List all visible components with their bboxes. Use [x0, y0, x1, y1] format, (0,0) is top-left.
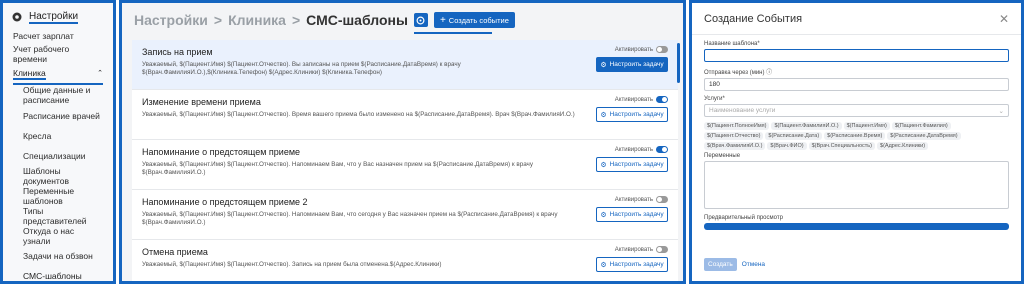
- activate-toggle[interactable]: [656, 46, 668, 53]
- configure-task-button[interactable]: ⚙ Настроить задачу: [596, 207, 668, 222]
- sidebar-settings-label: Настройки: [29, 10, 79, 24]
- sidebar-item-general[interactable]: Общие данные и расписание: [13, 83, 103, 105]
- sidebar-item-calls[interactable]: Задачи на обзвон: [3, 251, 113, 261]
- template-card[interactable]: Напоминание о предстоящем приеме Уважаем…: [132, 140, 678, 190]
- services-select[interactable]: Наименование услуги ⌄: [704, 104, 1009, 117]
- send-delay-label: Отправка через (мин) ⓘ: [704, 70, 773, 76]
- sidebar-item-chairs[interactable]: Кресла: [3, 131, 113, 141]
- gear-icon: ⚙: [600, 211, 607, 219]
- name-label: Название шаблона*: [704, 41, 760, 47]
- send-delay-input[interactable]: 180: [704, 78, 1009, 91]
- gear-icon: ⚙: [600, 111, 607, 119]
- sidebar-item-template-vars[interactable]: Переменные шаблонов: [3, 186, 113, 206]
- variable-chip[interactable]: $(Врач.Специальность): [808, 142, 876, 150]
- template-card[interactable]: Напоминание о предстоящем приеме 2 Уважа…: [132, 190, 678, 240]
- crumb-separator: >: [291, 12, 301, 28]
- preview-label: Предварительный просмотр: [704, 215, 783, 221]
- variable-chip[interactable]: $(Пациент.Фамилия): [891, 122, 951, 130]
- card-text: Уважаемый, $(Пациент.Имя) $(Пациент.Отче…: [142, 211, 558, 226]
- settings-button[interactable]: [413, 13, 428, 27]
- gear-icon: ⚙: [600, 61, 607, 69]
- template-name-input[interactable]: [704, 49, 1009, 62]
- main-panel: Настройки > Клиника > СМС-шаблоны + Созд…: [119, 0, 686, 284]
- plus-icon: +: [439, 14, 446, 26]
- crumb-clinic[interactable]: Клиника: [228, 12, 286, 28]
- variable-chips: $(Пациент.ПолноеИмя) $(Пациент.ФамилияИ.…: [704, 122, 1009, 150]
- breadcrumb: Настройки > Клиника > СМС-шаблоны + Созд…: [122, 3, 683, 37]
- activate-toggle[interactable]: [656, 196, 668, 203]
- card-text: Уважаемый, $(Пациент.Имя) $(Пациент.Отче…: [142, 61, 461, 76]
- gear-icon: [416, 16, 425, 24]
- variable-chip[interactable]: $(Расписание.Дата): [765, 132, 823, 140]
- create-event-button[interactable]: + Создать событие: [433, 12, 515, 28]
- chevron-up-icon: ⌃: [97, 70, 103, 77]
- template-card[interactable]: Отмена приема Уважаемый, $(Пациент.Имя) …: [132, 240, 678, 281]
- preview-bar: [704, 223, 1009, 230]
- sidebar-item-rep-types[interactable]: Типы представителей: [3, 206, 113, 226]
- sidebar-item-time[interactable]: Учет рабочего времени: [3, 44, 113, 64]
- template-card[interactable]: Запись на прием Уважаемый, $(Пациент.Имя…: [132, 40, 678, 90]
- sidebar-item-sms[interactable]: СМС-шаблоны: [3, 271, 113, 281]
- configure-task-button[interactable]: ⚙ Настроить задачу: [596, 57, 668, 72]
- variable-chip[interactable]: $(Адрес.Клиники): [877, 142, 929, 150]
- activate-toggle-row: Активировать: [615, 146, 668, 153]
- activate-toggle-row: Активировать: [615, 246, 668, 253]
- modal-title: Создание События: [704, 12, 803, 25]
- variable-chip[interactable]: $(Расписание.ДатаВремя): [887, 132, 961, 140]
- sidebar-item-source[interactable]: Откуда о нас узнали: [3, 226, 113, 246]
- cancel-button[interactable]: Отмена: [742, 261, 765, 268]
- sidebar-settings[interactable]: Настройки: [3, 6, 113, 28]
- card-title: Напоминание о предстоящем приеме: [142, 147, 301, 157]
- create-event-modal: Создание События ✕ Название шаблона* Отп…: [689, 0, 1024, 284]
- chevron-down-icon: ⌄: [998, 108, 1004, 115]
- card-text: Уважаемый, $(Пациент.Имя) $(Пациент.Отче…: [142, 111, 575, 118]
- page-title: СМС-шаблоны: [306, 12, 408, 28]
- activate-toggle[interactable]: [656, 146, 668, 153]
- card-text: Уважаемый, $(Пациент.Имя) $(Пациент.Отче…: [142, 161, 533, 176]
- configure-task-button[interactable]: ⚙ Настроить задачу: [596, 257, 668, 272]
- gear-icon: ⚙: [600, 161, 607, 169]
- create-button[interactable]: Создать: [704, 258, 737, 271]
- variable-chip[interactable]: $(Врач.ФамилияИ.О.): [704, 142, 766, 150]
- activate-toggle[interactable]: [656, 246, 668, 253]
- sidebar-item-doc-templates[interactable]: Шаблоны документов: [3, 166, 113, 186]
- scrollbar[interactable]: [677, 43, 680, 83]
- sidebar: Настройки Расчет зарплат Учет рабочего в…: [0, 0, 116, 284]
- activate-toggle-row: Активировать: [615, 196, 668, 203]
- template-list: Запись на прием Уважаемый, $(Пациент.Имя…: [132, 40, 678, 281]
- gear-icon: ⚙: [600, 261, 607, 269]
- variable-chip[interactable]: $(Врач.ФИО): [767, 142, 807, 150]
- card-title: Изменение времени приема: [142, 97, 261, 107]
- services-label: Услуги*: [704, 96, 725, 102]
- message-textarea[interactable]: [704, 161, 1009, 209]
- activate-toggle-row: Активировать: [615, 96, 668, 103]
- gear-icon: [12, 12, 22, 22]
- crumb-settings[interactable]: Настройки: [134, 12, 208, 28]
- crumb-separator: >: [213, 12, 223, 28]
- variable-chip[interactable]: $(Расписание.Время): [824, 132, 886, 140]
- modal-header: Создание События ✕: [692, 3, 1021, 35]
- configure-task-button[interactable]: ⚙ Настроить задачу: [596, 157, 668, 172]
- close-icon[interactable]: ✕: [999, 12, 1009, 26]
- accent-underline: [414, 32, 492, 34]
- variable-chip[interactable]: $(Пациент.ПолноеИмя): [704, 122, 770, 130]
- activate-toggle[interactable]: [656, 96, 668, 103]
- configure-task-button[interactable]: ⚙ Настроить задачу: [596, 107, 668, 122]
- variable-chip[interactable]: $(Пациент.Отчество): [704, 132, 764, 140]
- sidebar-section-clinic[interactable]: Клиника ⌃: [3, 68, 113, 80]
- card-title: Напоминание о предстоящем приеме 2: [142, 197, 308, 207]
- variables-label: Переменные: [704, 153, 741, 159]
- variable-chip[interactable]: $(Пациент.ФамилияИ.О.): [771, 122, 842, 130]
- card-text: Уважаемый, $(Пациент.Имя) $(Пациент.Отче…: [142, 261, 442, 268]
- info-icon: ⓘ: [766, 70, 773, 76]
- card-title: Отмена приема: [142, 247, 208, 257]
- card-title: Запись на прием: [142, 47, 213, 57]
- variable-chip[interactable]: $(Пациент.Имя): [843, 122, 890, 130]
- sidebar-item-doctors[interactable]: Расписание врачей: [3, 111, 113, 121]
- sidebar-item-payroll[interactable]: Расчет зарплат: [3, 31, 113, 41]
- sidebar-item-specializations[interactable]: Специализации: [3, 151, 113, 161]
- template-card[interactable]: Изменение времени приема Уважаемый, $(Па…: [132, 90, 678, 140]
- activate-toggle-row: Активировать: [615, 46, 668, 53]
